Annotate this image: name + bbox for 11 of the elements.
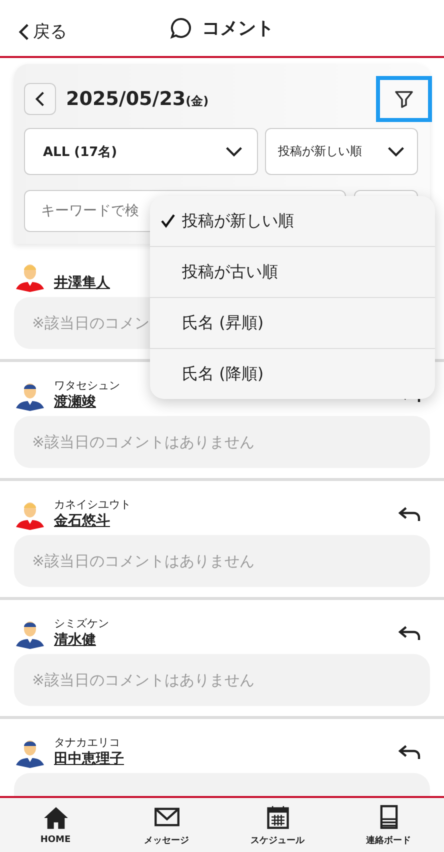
name-reading: シミズケン [54, 616, 110, 631]
no-comment-text: ※該当日のコメン [32, 314, 150, 332]
no-comment-text: ※該当日のコメントはありません [32, 432, 255, 452]
no-comment-text: ※該当日のコメントはありません [32, 552, 255, 570]
page-title: コメント [202, 17, 274, 40]
name-reading: タナカエリコ [54, 735, 121, 750]
name-reading: ワタセシュン [54, 378, 121, 393]
name-reading: カネイシユウト [54, 497, 132, 512]
back-label: 戻る [33, 21, 67, 43]
no-comment-text: ※該当日のコメントはありません [32, 670, 255, 690]
date-label: 2025/05/23(金) [66, 88, 210, 110]
